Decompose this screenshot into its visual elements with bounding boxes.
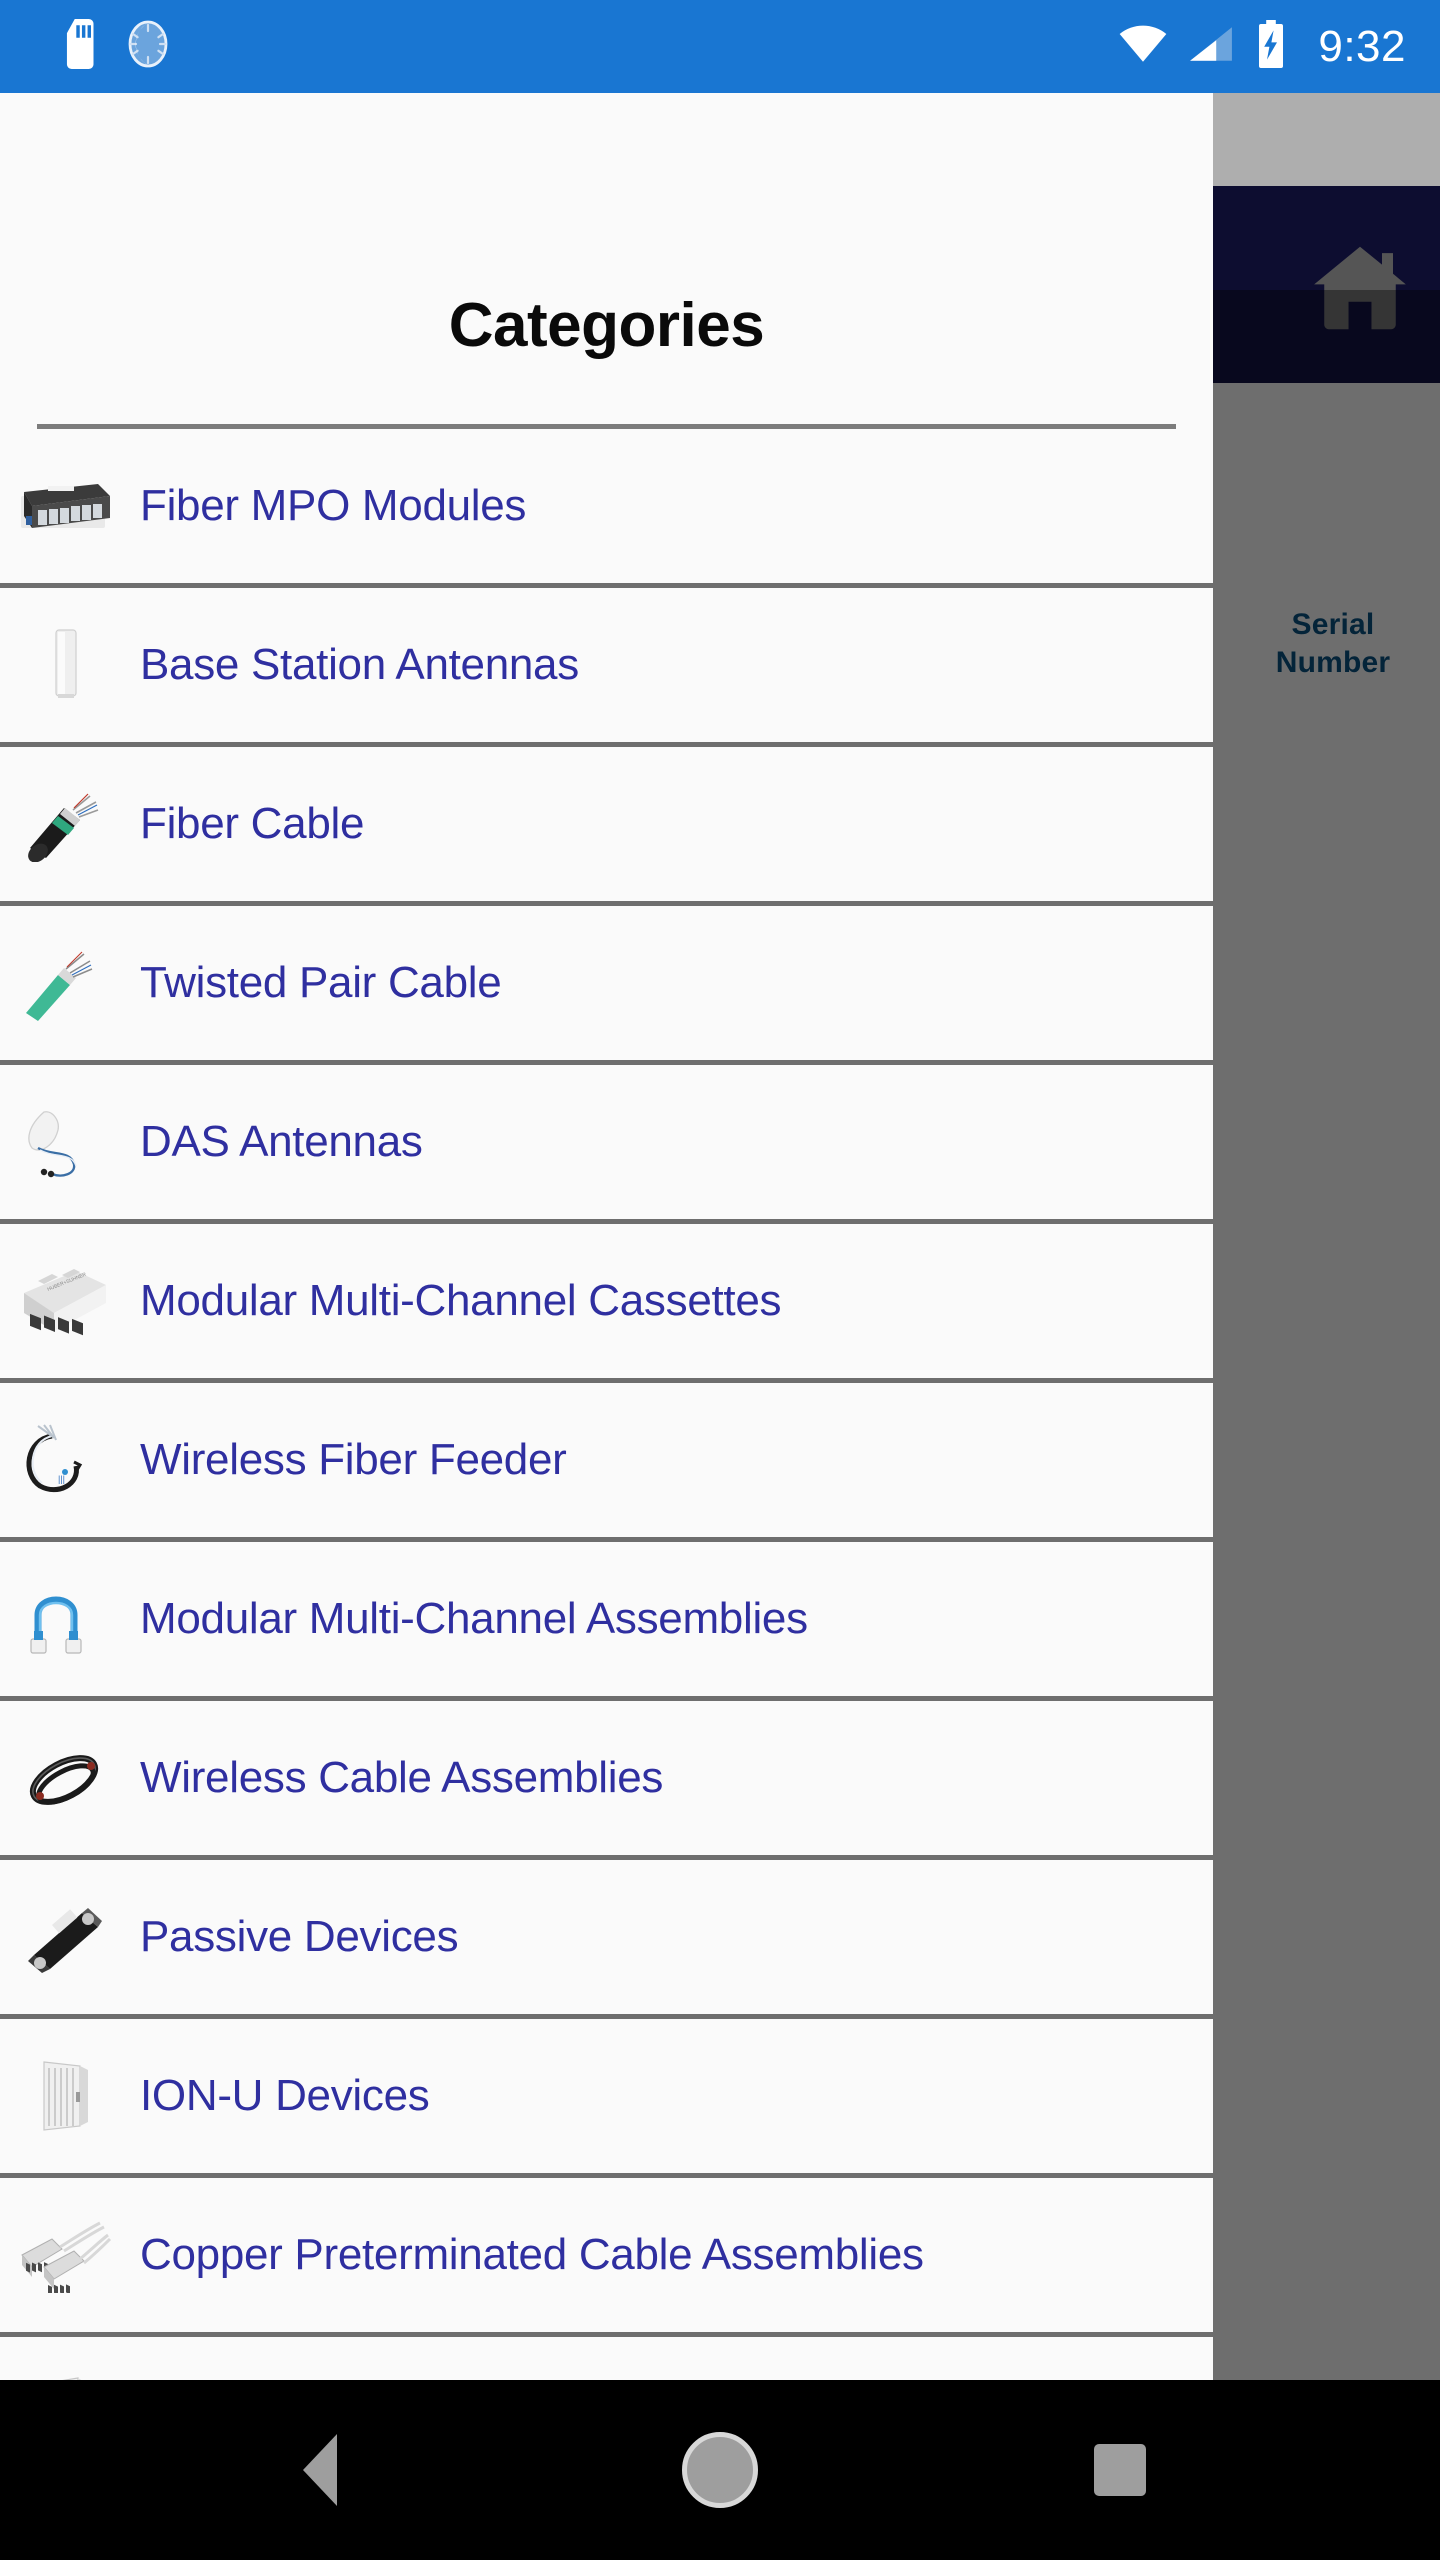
list-item[interactable]: Fiber Cable bbox=[0, 747, 1213, 901]
base-station-antenna-thumbnail bbox=[18, 617, 114, 713]
ipoi-device-thumbnail bbox=[18, 2366, 114, 2380]
list-item-label: Fiber Cable bbox=[140, 799, 365, 848]
status-bar-right-icons: 9:32 bbox=[1118, 0, 1406, 93]
ion-u-device-thumbnail bbox=[18, 2048, 114, 2144]
modular-assembly-thumbnail bbox=[18, 1571, 114, 1667]
list-item[interactable]: DAS Antennas bbox=[0, 1065, 1213, 1219]
status-bar: 9:32 bbox=[0, 0, 1440, 93]
passive-device-thumbnail bbox=[18, 1889, 114, 1985]
list-item-label: Copper Preterminated Cable Assemblies bbox=[140, 2230, 924, 2279]
list-item[interactable]: Fiber MPO Modules bbox=[0, 429, 1213, 583]
list-item-label: Modular Multi-Channel Assemblies bbox=[140, 1594, 808, 1643]
das-antenna-thumbnail bbox=[18, 1094, 114, 1190]
list-item[interactable]: ION-U Devices bbox=[0, 2019, 1213, 2173]
svg-text:|||: ||| bbox=[58, 1474, 65, 1484]
list-item[interactable]: Base Station Antennas bbox=[0, 588, 1213, 742]
screen: Serial Number bbox=[0, 0, 1440, 2560]
wireless-fiber-feeder-thumbnail: ||| bbox=[18, 1412, 114, 1508]
home-circle-icon[interactable] bbox=[630, 2380, 810, 2560]
page-title: Categories bbox=[448, 291, 765, 360]
sync-spinner-icon bbox=[124, 19, 172, 74]
list-item-label: DAS Antennas bbox=[140, 1117, 423, 1166]
list-item[interactable]: IPOI Devices bbox=[0, 2337, 1213, 2380]
list-item[interactable]: Copper Preterminated Cable Assemblies bbox=[0, 2178, 1213, 2332]
twisted-pair-cable-thumbnail bbox=[18, 935, 114, 1031]
navigation-bar bbox=[0, 2380, 1440, 2560]
sd-card-icon bbox=[62, 19, 100, 74]
wireless-cable-assembly-thumbnail bbox=[18, 1730, 114, 1826]
categories-dialog: Categories Fiber MPO Modules Base Statio… bbox=[0, 93, 1213, 2380]
categories-list[interactable]: Fiber MPO Modules Base Station Antennas … bbox=[0, 429, 1213, 2380]
list-item-label: Wireless Cable Assemblies bbox=[140, 1753, 664, 1802]
wifi-icon bbox=[1118, 24, 1168, 69]
recents-square-icon[interactable] bbox=[1030, 2380, 1210, 2560]
list-item[interactable]: ||| Wireless Fiber Feeder bbox=[0, 1383, 1213, 1537]
list-item-label: ION-U Devices bbox=[140, 2071, 430, 2120]
list-item-label: Passive Devices bbox=[140, 1912, 459, 1961]
list-item-label: Fiber MPO Modules bbox=[140, 481, 527, 530]
status-bar-clock: 9:32 bbox=[1318, 21, 1406, 71]
copper-preterminated-thumbnail bbox=[18, 2207, 114, 2303]
list-item[interactable]: Wireless Cable Assemblies bbox=[0, 1701, 1213, 1855]
list-item-label: Base Station Antennas bbox=[140, 640, 579, 689]
status-bar-left-icons bbox=[62, 0, 172, 93]
list-item[interactable]: HUBER+SUHNER Modular Multi-Channel Casse… bbox=[0, 1224, 1213, 1378]
fiber-cable-thumbnail bbox=[18, 776, 114, 872]
scrim-overlay[interactable] bbox=[1213, 290, 1440, 2380]
cellular-signal-icon bbox=[1188, 24, 1234, 69]
list-item-label: Wireless Fiber Feeder bbox=[140, 1435, 567, 1484]
list-item[interactable]: Modular Multi-Channel Assemblies bbox=[0, 1542, 1213, 1696]
list-item[interactable]: Passive Devices bbox=[0, 1860, 1213, 2014]
modular-cassette-thumbnail: HUBER+SUHNER bbox=[18, 1253, 114, 1349]
back-triangle-icon[interactable] bbox=[230, 2380, 410, 2560]
list-item[interactable]: Twisted Pair Cable bbox=[0, 906, 1213, 1060]
scrim-overlay-top bbox=[1213, 93, 1440, 290]
list-item-label: Twisted Pair Cable bbox=[140, 958, 502, 1007]
fiber-mpo-module-thumbnail bbox=[18, 458, 114, 554]
battery-charging-icon bbox=[1254, 20, 1288, 73]
list-item-label: Modular Multi-Channel Cassettes bbox=[140, 1276, 782, 1325]
